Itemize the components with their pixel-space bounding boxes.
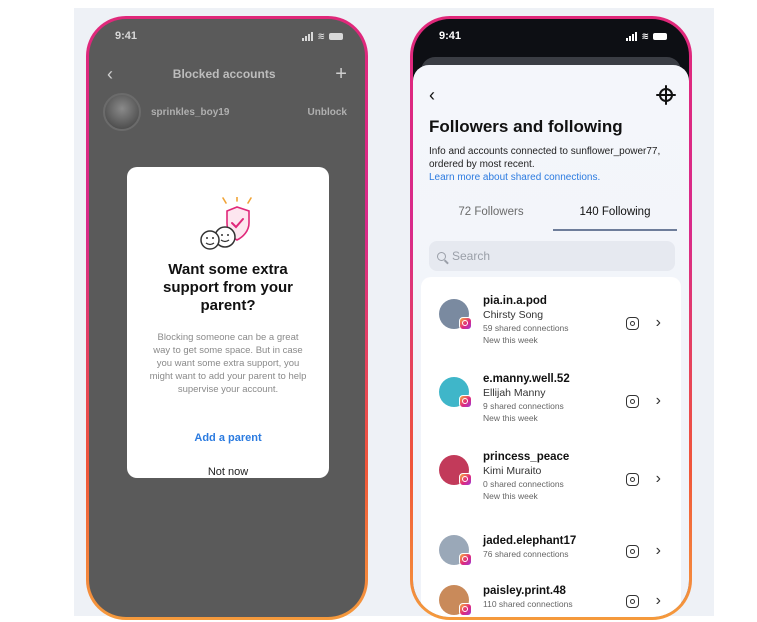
not-now-button[interactable]: Not now	[208, 466, 248, 478]
signal-icon	[626, 31, 638, 41]
account-username: paisley.print.48	[483, 585, 566, 597]
account-username: pia.in.a.pod	[483, 295, 547, 307]
add-parent-button[interactable]: Add a parent	[194, 432, 261, 444]
account-name: Ellijah Manny	[483, 387, 546, 399]
account-name: Chirsty Song	[483, 309, 544, 321]
list-item[interactable]: jaded.elephant17 76 shared connections ›	[421, 535, 681, 579]
instagram-badge-icon	[459, 395, 472, 408]
blocked-account: sprinkles_boy19	[103, 93, 229, 131]
back-icon[interactable]: ‹	[107, 64, 113, 85]
shared-connections: 59 shared connections	[483, 323, 569, 333]
dialog-body: Blocking someone can be a great way to g…	[149, 332, 307, 395]
tab-following[interactable]: 140 Following	[553, 199, 677, 231]
page-description: Info and accounts connected to sunflower…	[429, 146, 661, 170]
chevron-right-icon[interactable]: ›	[656, 593, 661, 609]
account-info: pia.in.a.pod Chirsty Song 59 shared conn…	[483, 295, 569, 345]
list-item[interactable]: princess_peace Kimi Muraito 0 shared con…	[421, 451, 681, 523]
phone-blocked-accounts: 9:41 ≋ ‹ Blocked accounts + sprinkles_bo…	[86, 16, 368, 620]
instagram-badge-icon	[459, 473, 472, 486]
account-info: paisley.print.48 110 shared connections	[483, 585, 573, 609]
account-username: princess_peace	[483, 451, 570, 463]
page-title: Followers and following	[429, 117, 623, 136]
chevron-right-icon[interactable]: ›	[656, 315, 661, 331]
screen-blocked-accounts: 9:41 ≋ ‹ Blocked accounts + sprinkles_bo…	[89, 19, 365, 617]
nav-bar: ‹	[429, 85, 676, 105]
wifi-icon: ≋	[317, 30, 325, 41]
tab-followers[interactable]: 72 Followers	[429, 199, 553, 231]
phone-followers-following: 9:41 ≋ ‹ Followers and following Info an…	[410, 16, 692, 620]
instagram-icon[interactable]	[626, 317, 639, 330]
parent-support-dialog: Want some extra support from your parent…	[127, 167, 329, 478]
instagram-icon[interactable]	[626, 595, 639, 608]
list-item[interactable]: e.manny.well.52 Ellijah Manny 9 shared c…	[421, 373, 681, 445]
account-note: New this week	[483, 335, 538, 345]
account-name: Kimi Muraito	[483, 465, 542, 477]
blocked-account-row: sprinkles_boy19 Unblock	[103, 92, 347, 132]
status-bar: 9:41 ≋	[413, 19, 689, 53]
account-info: princess_peace Kimi Muraito 0 shared con…	[483, 451, 569, 501]
shared-connections: 0 shared connections	[483, 479, 564, 489]
followers-sheet: ‹ Followers and following Info and accou…	[413, 65, 689, 617]
battery-icon	[653, 32, 667, 40]
shared-connections: 110 shared connections	[483, 599, 573, 609]
account-note: New this week	[483, 491, 538, 501]
avatar[interactable]	[103, 93, 141, 131]
chevron-right-icon[interactable]: ›	[656, 471, 661, 487]
chevron-right-icon[interactable]: ›	[656, 393, 661, 409]
status-icons: ≋	[626, 31, 667, 42]
status-bar: 9:41 ≋	[89, 19, 365, 53]
account-note: New this week	[483, 413, 538, 423]
list-item[interactable]: pia.in.a.pod Chirsty Song 59 shared conn…	[421, 295, 681, 367]
instagram-icon[interactable]	[626, 473, 639, 486]
faces-shield-icon	[200, 197, 252, 250]
account-username: e.manny.well.52	[483, 373, 570, 385]
account-username: jaded.elephant17	[483, 535, 577, 547]
instagram-badge-icon	[459, 603, 472, 616]
account-info: e.manny.well.52 Ellijah Manny 9 shared c…	[483, 373, 570, 423]
status-icons: ≋	[302, 31, 343, 42]
chevron-right-icon[interactable]: ›	[656, 543, 661, 559]
shared-connections: 9 shared connections	[483, 401, 564, 411]
dialog-title: Want some extra support from your parent…	[163, 261, 293, 314]
status-time: 9:41	[115, 30, 138, 42]
account-list: pia.in.a.pod Chirsty Song 59 shared conn…	[421, 277, 681, 617]
status-time: 9:41	[439, 30, 462, 42]
tab-bar: 72 Followers 140 Following	[429, 199, 677, 231]
learn-more-link[interactable]: Learn more about shared connections.	[429, 172, 600, 183]
shared-connections: 76 shared connections	[483, 549, 569, 559]
battery-icon	[329, 32, 343, 40]
instagram-badge-icon	[459, 553, 472, 566]
back-icon[interactable]: ‹	[429, 86, 435, 104]
wifi-icon: ≋	[641, 30, 649, 41]
add-icon[interactable]: +	[335, 63, 347, 86]
instagram-icon[interactable]	[626, 395, 639, 408]
page-title: Blocked accounts	[172, 67, 276, 81]
gear-icon[interactable]	[656, 85, 676, 105]
search-input[interactable]	[452, 249, 652, 263]
screen-followers-following: 9:41 ≋ ‹ Followers and following Info an…	[413, 19, 689, 617]
search-bar	[429, 241, 675, 271]
account-info: jaded.elephant17 76 shared connections	[483, 535, 576, 559]
search-icon	[437, 251, 446, 261]
list-item[interactable]: paisley.print.48 110 shared connections …	[421, 585, 681, 617]
nav-bar: ‹ Blocked accounts +	[89, 59, 365, 89]
instagram-badge-icon	[459, 317, 472, 330]
instagram-icon[interactable]	[626, 545, 639, 558]
signal-icon	[302, 31, 314, 41]
unblock-button[interactable]: Unblock	[308, 107, 347, 118]
blocked-username[interactable]: sprinkles_boy19	[151, 107, 229, 118]
